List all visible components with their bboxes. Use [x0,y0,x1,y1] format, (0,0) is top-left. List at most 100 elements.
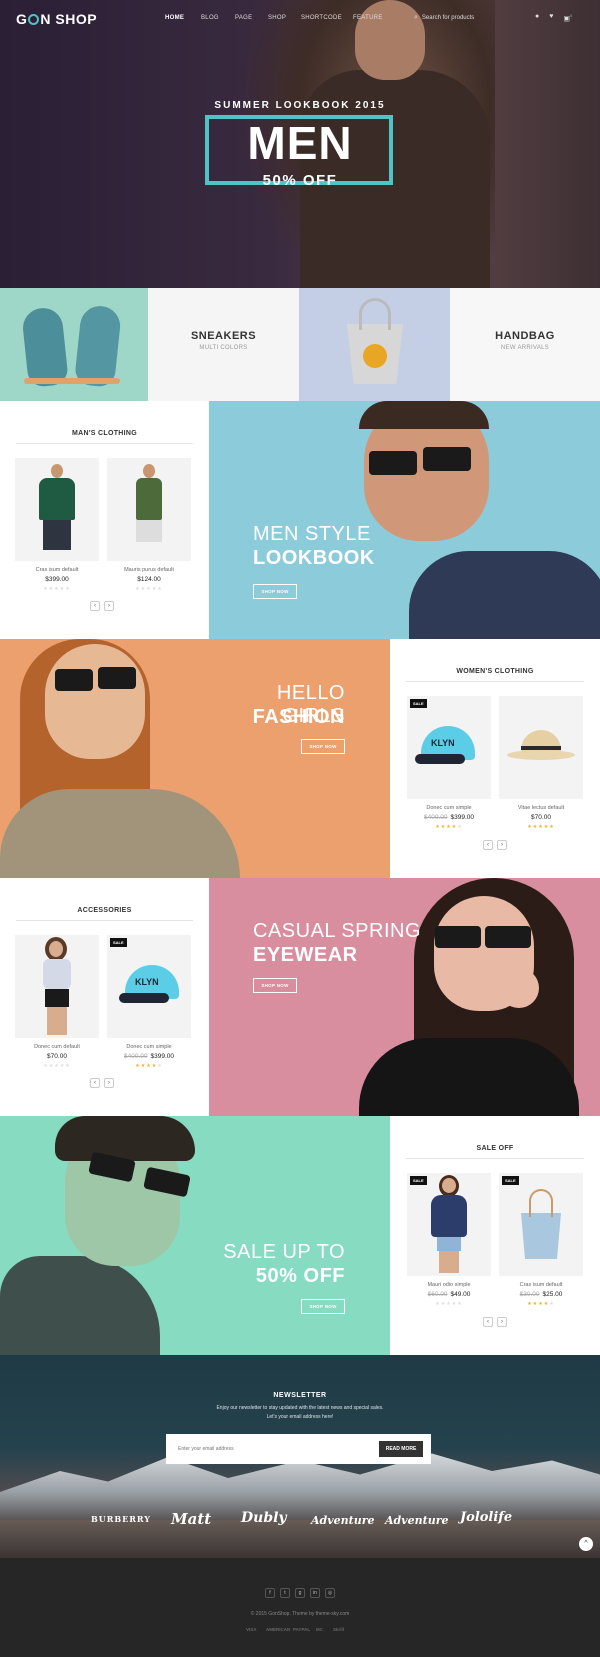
product-image[interactable]: KLYN [107,935,191,1038]
carousel-pager: ‹ › [483,1317,507,1327]
model-head [143,464,155,478]
twitter-icon[interactable]: t [280,1588,290,1598]
accessories-section-title: ACCESSORIES [77,907,132,914]
product-name[interactable]: Cras isum default [499,1282,583,1288]
next-arrow-icon[interactable]: › [104,1078,114,1088]
product-name[interactable]: Donec cum simple [407,805,491,811]
denim-shorts [437,1237,461,1251]
nav-blog[interactable]: BLOG [201,15,219,21]
shop-now-button[interactable]: SHOP NOW [253,978,297,993]
eyewear-banner-line1: CASUAL SPRING [253,920,422,942]
product-name[interactable]: Donec cum simple [107,1044,191,1050]
product-price: $124.00 [137,576,161,583]
cart-icon[interactable]: ▣0 [563,13,572,22]
shorts [136,520,162,542]
visa-icon: VISA [246,1627,257,1632]
hero-title: MEN [247,117,353,169]
search-placeholder[interactable]: Search for products [422,15,474,21]
product-image[interactable] [107,458,191,561]
product-image[interactable]: KLYN [407,696,491,799]
next-arrow-icon[interactable]: › [104,601,114,611]
product-price: $60.00 $49.00 [427,1291,471,1298]
prev-arrow-icon[interactable]: ‹ [483,1317,493,1327]
category-sneakers[interactable]: SNEAKERS MULTI COLORS [148,288,299,401]
hello-girls-banner[interactable]: HELLO GIRLS FASHION SHOP NOW [0,639,390,878]
google-plus-icon[interactable]: g [295,1588,305,1598]
black-top [359,1038,579,1116]
brand-logo[interactable]: Dubly [241,1510,287,1526]
product-name[interactable]: Donec cum default [15,1044,99,1050]
rating-stars: ★★★★★ [43,586,71,592]
product-price: $400.00 $399.00 [124,1053,174,1060]
brand-logo[interactable]: Adventure [385,1514,449,1527]
nav-feature[interactable]: FEATURE [353,15,383,21]
product-image[interactable] [499,696,583,799]
nav-shortcode[interactable]: SHORTCODE [301,15,342,21]
prev-arrow-icon[interactable]: ‹ [90,601,100,611]
search-icon[interactable]: ⌕ [414,14,418,22]
brand-logo[interactable]: Matt [171,1510,211,1528]
product-image[interactable] [15,458,99,561]
model-hair [55,1116,195,1161]
next-arrow-icon[interactable]: › [497,840,507,850]
nav-shop[interactable]: SHOP [268,15,286,21]
eyewear-banner[interactable]: CASUAL SPRING EYEWEAR SHOP NOW [209,878,600,1116]
category-handbag[interactable]: HANDBAG NEW ARRIVALS [450,288,600,401]
sunglasses-left [435,926,481,948]
instagram-icon[interactable]: ◎ [325,1588,335,1598]
user-icon[interactable]: ● [535,13,539,22]
header-search[interactable]: ⌕ Search for products [414,14,474,22]
sunglasses-left [369,451,417,475]
newsletter-submit-button[interactable]: READ MORE [379,1441,423,1457]
product-name[interactable]: Mauri odio simple [407,1282,491,1288]
sale-banner[interactable]: SALE UP TO 50% OFF SHOP NOW [0,1116,390,1355]
cap-logo: KLYN [431,738,455,748]
facebook-icon[interactable]: f [265,1588,275,1598]
nav-page[interactable]: PAGE [235,15,252,21]
carousel-pager: ‹ › [483,840,507,850]
site-logo[interactable]: GN SHOP [16,11,97,27]
shop-now-button[interactable]: SHOP NOW [253,584,297,599]
carousel-pager: ‹ › [90,601,114,611]
brand-logo[interactable]: Adventure [311,1514,375,1527]
newsletter-description-2: Let's your email address here! [266,1414,334,1420]
men-style-banner[interactable]: MEN STYLE LOOKBOOK SHOP NOW [209,401,600,639]
back-to-top-icon[interactable]: ^ [579,1537,593,1551]
handbag-image[interactable] [299,288,450,401]
men-banner-line1: MEN STYLE [253,523,371,545]
category-sneakers-title: SNEAKERS [190,330,257,342]
product-name[interactable]: Cras isum default [15,567,99,573]
rating-stars: ★★★★★ [435,824,463,830]
skrill-icon: Skrill [333,1627,345,1632]
shop-now-button[interactable]: SHOP NOW [301,1299,345,1314]
header-icons: ● ♥ ▣0 [535,13,572,22]
product-image[interactable] [15,935,99,1038]
prev-arrow-icon[interactable]: ‹ [90,1078,100,1088]
nav-home[interactable]: HOME [165,15,184,21]
page: GN SHOP HOME BLOG PAGE SHOP SHORTCODE FE… [0,0,600,1657]
sneakers-image[interactable] [0,288,148,401]
section-divider [406,681,584,682]
brand-logo[interactable]: BURBERRY [91,1514,151,1524]
linkedin-icon[interactable]: in [310,1588,320,1598]
product-image[interactable] [499,1173,583,1276]
product-price: $30.00 $25.00 [519,1291,563,1298]
product-name[interactable]: Mauris purus default [107,567,191,573]
newsletter-email-input[interactable] [178,1442,368,1456]
tote-sun-print [363,344,387,368]
brand-logo[interactable]: Jololife [460,1510,512,1525]
shop-now-button[interactable]: SHOP NOW [301,739,345,754]
section-divider [406,1158,584,1159]
eyewear-banner-line2: EYEWEAR [253,944,358,966]
heart-icon[interactable]: ♥ [549,13,553,22]
model-head [442,1178,456,1193]
product-name[interactable]: Vitae lectus default [499,805,583,811]
product-image[interactable] [407,1173,491,1276]
model-hand [499,968,539,1008]
prev-arrow-icon[interactable]: ‹ [483,840,493,850]
rating-stars: ★★★★★ [527,824,555,830]
next-arrow-icon[interactable]: › [497,1317,507,1327]
rating-stars: ★★★★★ [435,1301,463,1307]
sale-badge: SALE [410,699,427,708]
product-price: $70.00 [47,1053,67,1060]
